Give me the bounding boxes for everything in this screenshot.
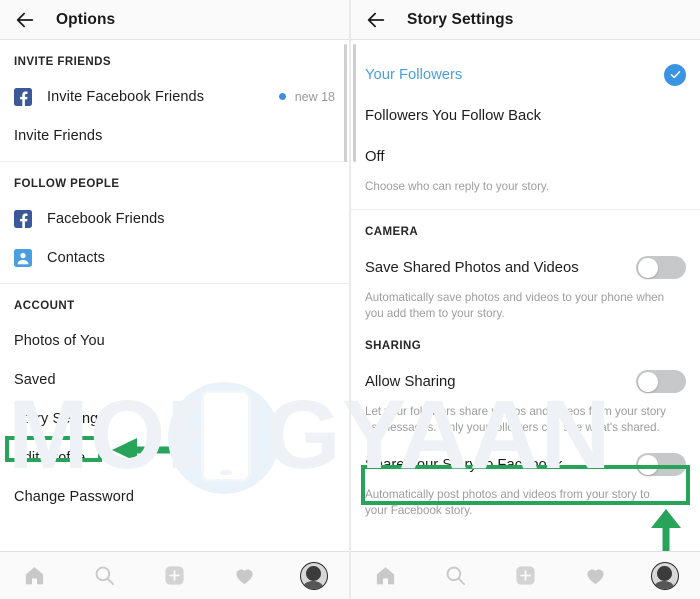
list-item-contacts[interactable]: Contacts bbox=[0, 238, 349, 277]
option-off[interactable]: Off bbox=[351, 136, 700, 177]
back-arrow-icon[interactable] bbox=[365, 9, 387, 31]
list-item-story-settings[interactable]: Story Settings bbox=[0, 399, 349, 438]
options-screen: MOBIGYAAN Options INVITE FRIENDS Invite … bbox=[0, 0, 349, 599]
checkmark-icon bbox=[664, 63, 686, 86]
home-icon bbox=[377, 567, 395, 585]
option-your-followers[interactable]: Your Followers bbox=[351, 54, 700, 95]
options-scroll-area[interactable]: INVITE FRIENDS Invite Facebook Friends n… bbox=[0, 40, 349, 551]
nav-activity[interactable] bbox=[572, 557, 618, 595]
list-item-label: Facebook Friends bbox=[47, 210, 165, 227]
section-header-account: ACCOUNT bbox=[14, 300, 75, 312]
nav-search[interactable] bbox=[433, 557, 479, 595]
page-title: Story Settings bbox=[407, 10, 514, 28]
options-header: Options bbox=[0, 0, 349, 40]
add-post-icon bbox=[516, 566, 535, 585]
nav-home[interactable] bbox=[12, 557, 58, 595]
setting-label: Save Shared Photos and Videos bbox=[365, 259, 579, 276]
setting-save-shared-photos-and-videos[interactable]: Save Shared Photos and Videos bbox=[351, 247, 700, 288]
option-label: Off bbox=[365, 148, 385, 165]
list-item-photos-of-you[interactable]: Photos of You bbox=[0, 321, 349, 360]
facebook-icon bbox=[14, 209, 32, 228]
home-icon bbox=[26, 567, 44, 585]
list-item-label: Photos of You bbox=[14, 332, 105, 349]
list-item-invite-facebook-friends[interactable]: Invite Facebook Friends new 18 bbox=[0, 77, 349, 116]
nav-search[interactable] bbox=[82, 557, 128, 595]
facebook-icon bbox=[14, 87, 32, 106]
heart-icon bbox=[587, 569, 604, 585]
section-header-follow-people: FOLLOW PEOPLE bbox=[14, 178, 120, 190]
nav-profile[interactable] bbox=[291, 557, 337, 595]
list-item-label: Story Settings bbox=[14, 410, 106, 427]
search-icon bbox=[95, 566, 115, 586]
new-count-badge: new 18 bbox=[294, 89, 335, 104]
list-item-saved[interactable]: Saved bbox=[0, 360, 349, 399]
save-shared-photos-toggle[interactable] bbox=[636, 256, 686, 279]
add-post-icon bbox=[165, 566, 184, 585]
list-item-facebook-friends[interactable]: Facebook Friends bbox=[0, 199, 349, 238]
dual-screenshot-container: MOBIGYAAN Options INVITE FRIENDS Invite … bbox=[0, 0, 700, 599]
list-item-label: Invite Friends bbox=[14, 127, 103, 144]
section-header-invite-friends: INVITE FRIENDS bbox=[14, 56, 112, 68]
left-arrow-annotation bbox=[112, 438, 186, 462]
page-title: Options bbox=[56, 10, 116, 28]
setting-allow-sharing[interactable]: Allow Sharing bbox=[351, 361, 700, 402]
bottom-navigation-bar bbox=[351, 551, 700, 599]
story-settings-scroll-area[interactable]: Your Followers Followers You Follow Back… bbox=[351, 40, 700, 551]
list-item-label: Saved bbox=[14, 371, 56, 388]
list-item-change-password[interactable]: Change Password bbox=[0, 477, 349, 516]
heart-icon bbox=[236, 569, 253, 585]
scrollbar[interactable] bbox=[353, 44, 356, 162]
story-settings-screen: MOBIGYAAN Story Settings Your Followers bbox=[351, 0, 700, 599]
nav-add-post[interactable] bbox=[151, 557, 197, 595]
camera-helper-text: Automatically save photos and videos to … bbox=[365, 291, 665, 320]
profile-avatar-icon bbox=[651, 561, 680, 590]
option-followers-you-follow-back[interactable]: Followers You Follow Back bbox=[351, 95, 700, 136]
nav-profile[interactable] bbox=[642, 557, 688, 595]
story-settings-header: Story Settings bbox=[351, 0, 700, 40]
list-item-label: Invite Facebook Friends bbox=[47, 88, 205, 105]
back-arrow-icon[interactable] bbox=[14, 9, 36, 31]
reply-helper-text: Choose who can reply to your story. bbox=[365, 180, 550, 193]
section-header-camera: CAMERA bbox=[365, 226, 419, 238]
allow-sharing-helper-text: Let your followers share photos and vide… bbox=[365, 405, 666, 434]
profile-avatar-icon bbox=[300, 561, 329, 590]
story-settings-highlight-box bbox=[5, 436, 102, 462]
share-to-facebook-highlight-box bbox=[361, 465, 690, 505]
nav-activity[interactable] bbox=[221, 557, 267, 595]
option-label: Your Followers bbox=[365, 66, 463, 83]
search-icon bbox=[446, 566, 466, 586]
section-header-sharing: SHARING bbox=[365, 340, 422, 352]
list-item-label: Change Password bbox=[14, 488, 134, 505]
contacts-icon bbox=[14, 248, 32, 267]
check-glyph bbox=[670, 71, 680, 79]
up-arrow-annotation bbox=[651, 509, 681, 551]
nav-add-post[interactable] bbox=[502, 557, 548, 595]
allow-sharing-toggle[interactable] bbox=[636, 370, 686, 393]
scrollbar[interactable] bbox=[344, 44, 347, 162]
nav-home[interactable] bbox=[363, 557, 409, 595]
bottom-navigation-bar bbox=[0, 551, 349, 599]
list-item-label: Contacts bbox=[47, 249, 106, 266]
option-label: Followers You Follow Back bbox=[365, 107, 542, 124]
setting-label: Allow Sharing bbox=[365, 373, 456, 390]
list-item-invite-friends[interactable]: Invite Friends bbox=[0, 116, 349, 155]
new-indicator-dot bbox=[278, 93, 286, 100]
